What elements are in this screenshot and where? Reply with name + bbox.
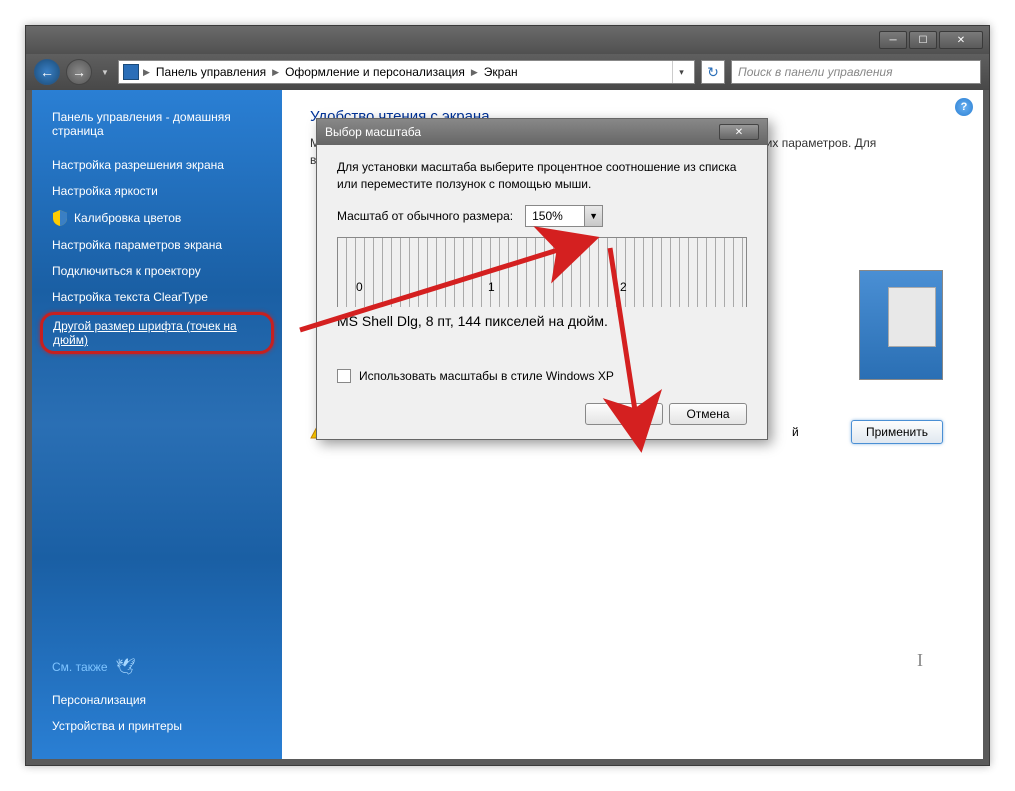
sidebar-item[interactable]: Настройка параметров экрана <box>32 232 282 258</box>
sample-text: MS Shell Dlg, 8 пт, 144 пикселей на дюйм… <box>337 313 747 329</box>
see-also-label: См. также 🕊 <box>52 657 262 677</box>
content-fragment: й <box>792 425 799 439</box>
scale-combobox[interactable]: 150% ▼ <box>525 205 603 227</box>
cancel-button[interactable]: Отмена <box>669 403 747 425</box>
dialog-intro: Для установки масштаба выберите процентн… <box>337 159 747 193</box>
close-button[interactable]: ✕ <box>939 31 983 49</box>
breadcrumb-item[interactable]: Экран <box>482 65 520 79</box>
sidebar-home[interactable]: Панель управления - домашняя страница <box>32 102 282 152</box>
titlebar: ─ ☐ ✕ <box>26 26 989 54</box>
chevron-icon: ▶ <box>272 67 279 78</box>
nav-toolbar: ← → ▼ ▶ Панель управления ▶ Оформление и… <box>26 54 989 90</box>
sidebar-item[interactable]: Настройка яркости <box>32 178 282 204</box>
sidebar-bottom-item[interactable]: Персонализация <box>52 687 262 713</box>
search-placeholder: Поиск в панели управления <box>738 65 893 79</box>
dialog-title: Выбор масштаба <box>325 125 421 139</box>
scale-dialog: Выбор масштаба ✕ Для установки масштаба … <box>316 118 768 440</box>
maximize-button[interactable]: ☐ <box>909 31 937 49</box>
minimize-button[interactable]: ─ <box>879 31 907 49</box>
shield-icon <box>52 210 68 226</box>
sidebar-item[interactable]: Настройка разрешения экрана <box>32 152 282 178</box>
apply-button[interactable]: Применить <box>851 420 943 444</box>
chevron-icon: ▶ <box>143 67 150 78</box>
sidebar-item[interactable]: Подключиться к проектору <box>32 258 282 284</box>
forward-button[interactable]: → <box>66 59 92 85</box>
text-caret-icon: I <box>917 650 923 671</box>
address-dropdown[interactable]: ▾ <box>672 61 690 83</box>
help-icon[interactable]: ? <box>955 98 973 116</box>
refresh-button[interactable]: ↻ <box>701 60 725 84</box>
xp-style-label: Использовать масштабы в стиле Windows XP <box>359 369 614 383</box>
sidebar: Панель управления - домашняя страница На… <box>32 90 282 759</box>
scale-value: 150% <box>526 209 584 223</box>
chevron-icon: ▶ <box>471 67 478 78</box>
xp-style-checkbox[interactable] <box>337 369 351 383</box>
ruler-tick: 0 <box>356 280 363 294</box>
preview-thumbnail <box>859 270 943 380</box>
dialog-close-button[interactable]: ✕ <box>719 124 759 140</box>
ruler-slider[interactable]: 0 1 2 <box>337 237 747 307</box>
bird-icon: 🕊 <box>116 657 136 677</box>
sidebar-item[interactable]: Настройка текста ClearType <box>32 284 282 310</box>
content-fragment: тих параметров. Для <box>760 136 876 150</box>
ruler-tick: 1 <box>488 280 495 294</box>
back-button[interactable]: ← <box>34 59 60 85</box>
dialog-titlebar[interactable]: Выбор масштаба ✕ <box>317 119 767 145</box>
breadcrumb-item[interactable]: Панель управления <box>154 65 268 79</box>
sidebar-item[interactable]: Калибровка цветов <box>32 204 282 232</box>
sidebar-item-dpi[interactable]: Другой размер шрифта (точек на дюйм) <box>40 312 274 354</box>
scale-label: Масштаб от обычного размера: <box>337 209 513 223</box>
chevron-down-icon[interactable]: ▼ <box>584 206 602 226</box>
nav-history-dropdown[interactable]: ▼ <box>98 59 112 85</box>
search-input[interactable]: Поиск в панели управления <box>731 60 981 84</box>
ruler-tick: 2 <box>620 280 627 294</box>
location-icon <box>123 64 139 80</box>
ok-button[interactable]: ОК <box>585 403 663 425</box>
sidebar-bottom-item[interactable]: Устройства и принтеры <box>52 713 262 739</box>
address-bar[interactable]: ▶ Панель управления ▶ Оформление и персо… <box>118 60 695 84</box>
breadcrumb-item[interactable]: Оформление и персонализация <box>283 65 467 79</box>
